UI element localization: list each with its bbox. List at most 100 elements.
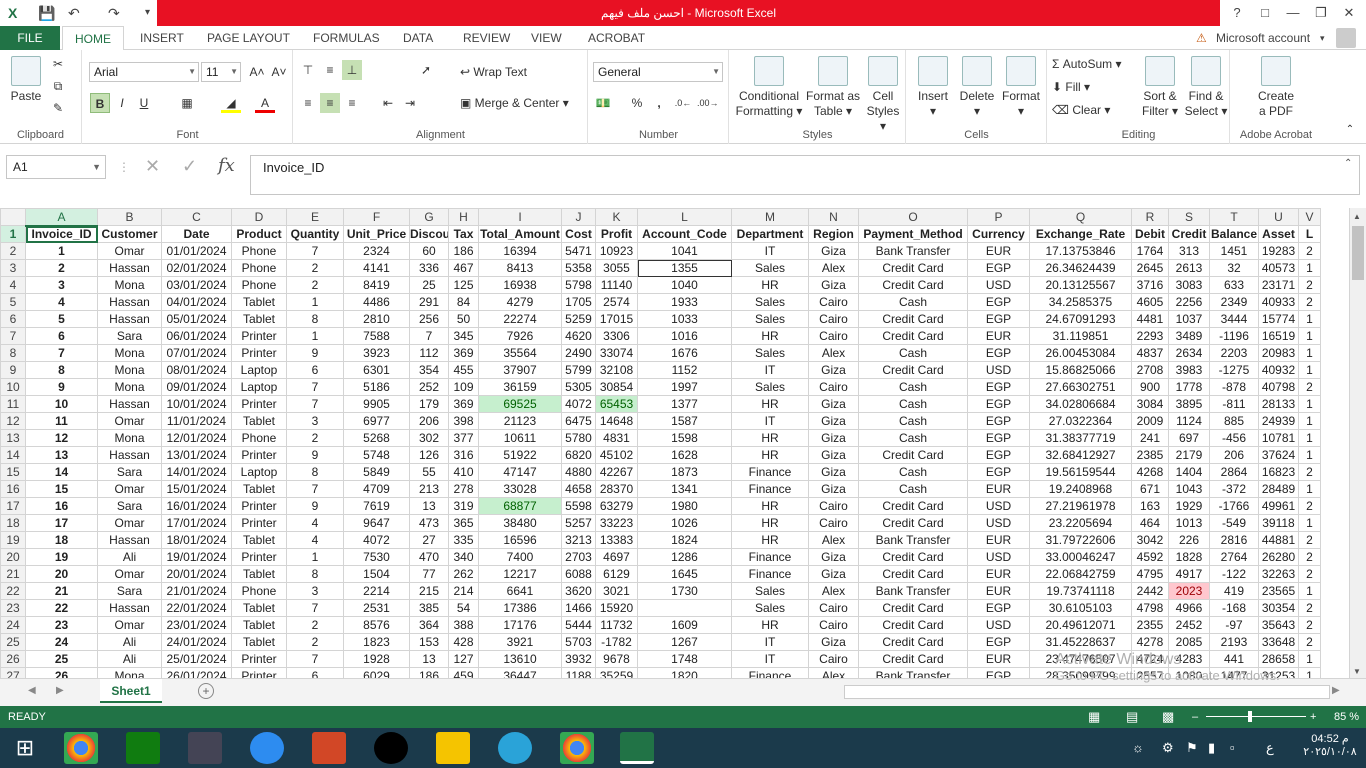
data-cell[interactable]: 13 <box>25 446 98 464</box>
save-icon[interactable]: 💾 <box>38 3 55 23</box>
data-cell[interactable]: Tablet <box>231 565 287 583</box>
data-cell[interactable]: 11/01/2024 <box>161 412 232 430</box>
data-cell[interactable]: Mona <box>97 667 162 678</box>
data-cell[interactable]: 241 <box>1131 429 1169 447</box>
data-cell[interactable]: 2531 <box>343 599 410 617</box>
ribbon-display-options-icon[interactable]: □ <box>1250 0 1280 26</box>
help-icon[interactable]: ? <box>1222 0 1252 26</box>
data-cell[interactable]: 1764 <box>1131 242 1169 260</box>
data-cell[interactable]: 9 <box>286 497 344 515</box>
data-cell[interactable]: Omar <box>97 480 162 498</box>
data-cell[interactable]: 4268 <box>1131 463 1169 481</box>
increase-indent-icon[interactable]: ⇥ <box>400 93 420 113</box>
data-cell[interactable]: 126 <box>409 446 449 464</box>
data-cell[interactable]: 31.45228637 <box>1029 633 1132 651</box>
data-cell[interactable]: Mona <box>97 429 162 447</box>
data-cell[interactable]: Phone <box>231 276 287 294</box>
data-cell[interactable]: 13 <box>409 497 449 515</box>
undo-icon[interactable]: ↶ <box>68 3 80 23</box>
cut-icon[interactable]: ✂ <box>48 54 68 74</box>
data-cell[interactable]: 163 <box>1131 497 1169 515</box>
header-cell[interactable]: Asset <box>1258 225 1299 243</box>
data-cell[interactable]: 1823 <box>343 633 410 651</box>
data-cell[interactable]: 1705 <box>561 293 596 311</box>
data-cell[interactable]: 33.00046247 <box>1029 548 1132 566</box>
data-cell[interactable]: 23/01/2024 <box>161 616 232 634</box>
data-cell[interactable]: 35259 <box>595 667 638 678</box>
data-cell[interactable]: Hassan <box>97 259 162 277</box>
data-cell[interactable]: 1152 <box>637 361 732 379</box>
select-all-corner[interactable] <box>0 208 26 226</box>
data-cell[interactable]: 4917 <box>1168 565 1210 583</box>
tab-review[interactable]: REVIEW <box>463 26 510 50</box>
data-cell[interactable]: 5798 <box>561 276 596 294</box>
data-cell[interactable]: 11732 <box>595 616 638 634</box>
row-header[interactable]: 10 <box>0 378 26 396</box>
data-cell[interactable]: 410 <box>448 463 479 481</box>
data-cell[interactable]: 369 <box>448 344 479 362</box>
data-cell[interactable]: 28133 <box>1258 395 1299 413</box>
data-cell[interactable]: 4279 <box>478 293 562 311</box>
header-cell[interactable]: Currency <box>967 225 1030 243</box>
data-cell[interactable]: 1 <box>1298 429 1321 447</box>
data-cell[interactable]: 25 <box>25 650 98 668</box>
data-cell[interactable]: 26280 <box>1258 548 1299 566</box>
data-cell[interactable]: 153 <box>409 633 449 651</box>
decrease-decimal-icon[interactable]: .00→ <box>697 93 719 113</box>
data-cell[interactable]: EGP <box>967 344 1030 362</box>
signal-icon[interactable]: ▫ <box>1230 740 1235 755</box>
data-cell[interactable]: Sales <box>731 293 809 311</box>
row-header[interactable]: 4 <box>0 276 26 294</box>
data-cell[interactable]: EUR <box>967 565 1030 583</box>
data-cell[interactable]: Cash <box>858 378 968 396</box>
data-cell[interactable]: EGP <box>967 463 1030 481</box>
data-cell[interactable]: 1609 <box>637 616 732 634</box>
data-cell[interactable]: 2574 <box>595 293 638 311</box>
data-cell[interactable]: 5186 <box>343 378 410 396</box>
data-cell[interactable]: 319 <box>448 497 479 515</box>
data-cell[interactable]: -1196 <box>1209 327 1259 345</box>
data-cell[interactable]: Omar <box>97 242 162 260</box>
data-cell[interactable]: 8 <box>286 463 344 481</box>
data-cell[interactable]: 32 <box>1209 259 1259 277</box>
data-cell[interactable]: 5849 <box>343 463 410 481</box>
data-cell[interactable]: 206 <box>1209 446 1259 464</box>
row-header[interactable]: 25 <box>0 633 26 651</box>
customize-quick-access-icon[interactable]: ▾ <box>145 3 150 23</box>
data-cell[interactable]: Cairo <box>808 599 859 617</box>
data-cell[interactable]: 11 <box>25 412 98 430</box>
data-cell[interactable]: Cairo <box>808 616 859 634</box>
data-cell[interactable]: 40932 <box>1258 361 1299 379</box>
data-cell[interactable]: 4278 <box>1131 633 1169 651</box>
row-header[interactable]: 19 <box>0 531 26 549</box>
data-cell[interactable]: 16823 <box>1258 463 1299 481</box>
header-cell[interactable]: Unit_Price <box>343 225 410 243</box>
data-cell[interactable]: 45102 <box>595 446 638 464</box>
data-cell[interactable]: 8576 <box>343 616 410 634</box>
data-cell[interactable]: 9 <box>286 446 344 464</box>
data-cell[interactable]: 32.68412927 <box>1029 446 1132 464</box>
flag-icon[interactable]: ⚑ <box>1186 740 1198 756</box>
bold-button[interactable]: B <box>90 93 110 113</box>
data-cell[interactable]: 7 <box>25 344 98 362</box>
row-header[interactable]: 26 <box>0 650 26 668</box>
header-cell[interactable]: L <box>1298 225 1321 243</box>
data-cell[interactable]: 19.56159544 <box>1029 463 1132 481</box>
data-cell[interactable]: Cash <box>858 463 968 481</box>
start-icon[interactable]: ⊞ <box>8 732 42 764</box>
data-cell[interactable]: 5259 <box>561 310 596 328</box>
account-dropdown-icon[interactable]: ▾ <box>1320 26 1325 50</box>
data-cell[interactable]: 68877 <box>478 497 562 515</box>
data-cell[interactable]: 112 <box>409 344 449 362</box>
data-cell[interactable]: 10781 <box>1258 429 1299 447</box>
middle-align-icon[interactable]: ≡ <box>320 60 340 80</box>
data-cell[interactable]: Credit Card <box>858 446 968 464</box>
data-cell[interactable]: 03/01/2024 <box>161 276 232 294</box>
data-cell[interactable]: 1748 <box>637 650 732 668</box>
data-cell[interactable]: 2 <box>1298 565 1321 583</box>
header-cell[interactable]: Product <box>231 225 287 243</box>
data-cell[interactable]: 3 <box>286 412 344 430</box>
data-cell[interactable]: IT <box>731 361 809 379</box>
data-cell[interactable]: 3021 <box>595 582 638 600</box>
data-cell[interactable]: HR <box>731 446 809 464</box>
